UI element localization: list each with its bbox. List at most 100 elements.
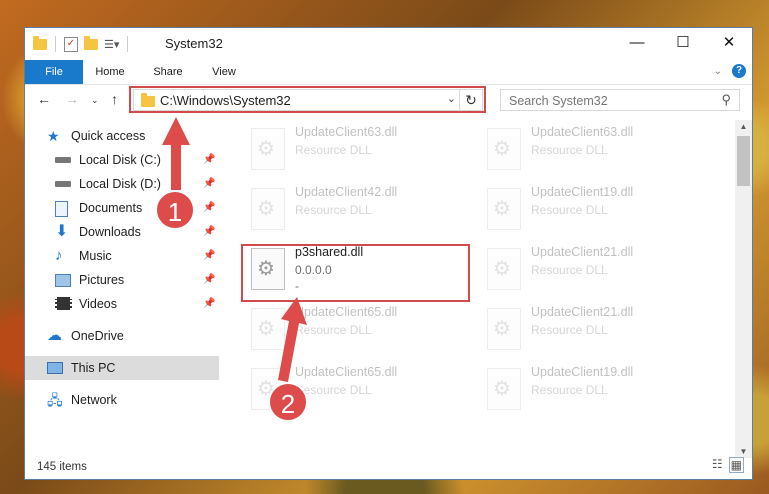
window-controls: — ☐ ✕ <box>614 28 752 58</box>
sidebar-item-local-disk-d[interactable]: Local Disk (D:) 📌 <box>25 172 219 196</box>
sidebar-item-pictures[interactable]: Pictures 📌 <box>25 268 219 292</box>
file-description: Resource DLL <box>295 323 372 337</box>
step-badge-1: 1 <box>155 190 195 230</box>
sidebar-item-label: Videos <box>79 297 117 311</box>
file-name: UpdateClient65.dll <box>295 305 398 319</box>
file-description: Resource DLL <box>531 203 608 217</box>
details-view-icon[interactable]: ☷ <box>712 457 723 473</box>
help-icon[interactable]: ? <box>732 64 746 78</box>
pictures-icon <box>55 274 71 287</box>
sidebar-item-label: Local Disk (D:) <box>79 177 161 191</box>
up-icon[interactable]: ↑ <box>111 91 118 107</box>
sidebar-item-music[interactable]: ♪ Music 📌 <box>25 244 219 268</box>
dll-file-icon: ⚙ <box>251 188 285 230</box>
scroll-up-icon[interactable]: ▲ <box>735 122 752 131</box>
pin-icon[interactable]: 📌 <box>203 172 215 196</box>
dll-file-icon: ⚙ <box>251 308 285 350</box>
pin-icon[interactable]: 📌 <box>203 292 215 316</box>
navigation-pane: ★ Quick access Local Disk (C:) 📌 Local D… <box>25 124 219 454</box>
file-description: Resource DLL <box>531 263 608 277</box>
dll-file-icon: ⚙ <box>487 128 521 170</box>
file-description: Resource DLL <box>295 203 372 217</box>
title-bar: ✓ ☰▾ System32 — ☐ ✕ <box>25 28 752 60</box>
pin-icon[interactable]: 📌 <box>203 196 215 220</box>
vertical-scrollbar[interactable]: ▲ ▼ <box>735 120 752 458</box>
sidebar-item-network[interactable]: 🖧 Network <box>25 388 219 412</box>
sidebar-item-label: Downloads <box>79 225 141 239</box>
file-tile[interactable]: ⚙ UpdateClient63.dll Resource DLL <box>247 124 472 178</box>
tab-share[interactable]: Share <box>143 60 193 84</box>
sidebar-item-this-pc[interactable]: This PC <box>25 356 219 380</box>
videos-icon <box>55 297 72 310</box>
new-folder-icon[interactable] <box>84 35 98 50</box>
sidebar-item-downloads[interactable]: ⬇ Downloads 📌 <box>25 220 219 244</box>
sidebar-item-videos[interactable]: Videos 📌 <box>25 292 219 316</box>
cloud-icon: ☁ <box>47 327 62 344</box>
pin-icon[interactable]: 📌 <box>203 148 215 172</box>
search-icon[interactable]: ⚲ <box>721 92 731 108</box>
file-description: Resource DLL <box>531 383 608 397</box>
forward-icon[interactable]: → <box>65 91 79 107</box>
expand-ribbon-icon[interactable]: ⌄ <box>714 66 722 77</box>
sidebar-item-label: Network <box>71 393 117 407</box>
file-tile[interactable]: ⚙ UpdateClient21.dll Resource DLL <box>483 244 708 298</box>
file-tile[interactable]: ⚙ UpdateClient65.dll Resource DLL <box>247 304 472 358</box>
file-name: UpdateClient42.dll <box>295 185 398 199</box>
search-input[interactable] <box>507 93 711 109</box>
tab-file[interactable]: File <box>25 60 83 84</box>
sidebar-item-local-disk-c[interactable]: Local Disk (C:) 📌 <box>25 148 219 172</box>
scrollbar-thumb[interactable] <box>737 136 750 186</box>
file-tile[interactable]: ⚙ UpdateClient63.dll Resource DLL <box>483 124 708 178</box>
dll-file-icon: ⚙ <box>487 188 521 230</box>
large-icons-view-icon[interactable]: ▦ <box>728 457 744 473</box>
file-name: UpdateClient63.dll <box>295 125 398 139</box>
sidebar-item-label: Documents <box>79 201 143 215</box>
gear-icon: ⚙ <box>493 138 511 160</box>
downloads-icon: ⬇ <box>55 223 69 240</box>
file-name: UpdateClient21.dll <box>531 305 634 319</box>
dll-file-icon: ⚙ <box>487 308 521 350</box>
file-name: UpdateClient63.dll <box>531 125 634 139</box>
pin-icon[interactable]: 📌 <box>203 244 215 268</box>
file-description: Resource DLL <box>295 143 372 157</box>
gear-icon: ⚙ <box>493 378 511 400</box>
sidebar-item-quick-access[interactable]: ★ Quick access <box>25 124 219 148</box>
file-tile[interactable]: ⚙ UpdateClient19.dll Resource DLL <box>483 184 708 238</box>
file-tile[interactable]: ⚙ UpdateClient19.dll Resource DLL <box>483 364 708 418</box>
pin-icon[interactable]: 📌 <box>203 220 215 244</box>
tab-view[interactable]: View <box>201 60 247 84</box>
file-highlight <box>241 244 470 302</box>
drive-icon <box>55 181 71 187</box>
file-tile[interactable]: ⚙ UpdateClient21.dll Resource DLL <box>483 304 708 358</box>
network-icon: 🖧 <box>47 392 63 408</box>
gear-icon: ⚙ <box>257 198 275 220</box>
close-button[interactable]: ✕ <box>706 28 752 58</box>
sidebar-item-onedrive[interactable]: ☁ OneDrive <box>25 324 219 348</box>
scroll-down-icon[interactable]: ▼ <box>735 447 752 456</box>
file-tile[interactable]: ⚙ UpdateClient42.dll Resource DLL <box>247 184 472 238</box>
tab-home[interactable]: Home <box>85 60 135 84</box>
star-icon: ★ <box>47 128 60 144</box>
sidebar-item-label: Local Disk (C:) <box>79 153 161 167</box>
search-box[interactable]: ⚲ <box>500 89 740 111</box>
customize-toolbar-icon[interactable]: ☰▾ <box>104 38 119 51</box>
maximize-button[interactable]: ☐ <box>660 28 706 58</box>
step-badge-2: 2 <box>268 382 308 422</box>
file-name: UpdateClient19.dll <box>531 365 634 379</box>
pin-icon[interactable]: 📌 <box>203 268 215 292</box>
gear-icon: ⚙ <box>493 198 511 220</box>
drive-icon <box>55 157 71 163</box>
back-icon[interactable]: ← <box>37 91 51 107</box>
dll-file-icon: ⚙ <box>487 368 521 410</box>
recent-locations-icon[interactable]: ⌄ <box>91 95 99 106</box>
ribbon-right: ⌄ ? <box>714 64 746 78</box>
ribbon-tabs: File Home Share View ⌄ ? <box>25 60 752 85</box>
minimize-button[interactable]: — <box>614 28 660 58</box>
sidebar-item-label: OneDrive <box>71 329 124 343</box>
dll-file-icon: ⚙ <box>251 128 285 170</box>
computer-icon <box>47 362 63 374</box>
address-bar-highlight <box>129 86 486 113</box>
music-icon: ♪ <box>55 247 63 264</box>
gear-icon: ⚙ <box>493 318 511 340</box>
properties-icon[interactable]: ✓ <box>64 36 78 52</box>
